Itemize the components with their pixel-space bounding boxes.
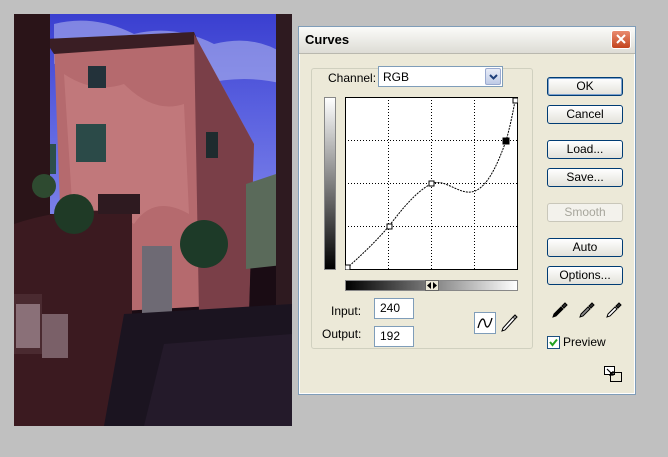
- curve-point-selected: [502, 137, 510, 145]
- chevron-down-icon: [489, 74, 498, 80]
- dialog-title: Curves: [305, 32, 350, 47]
- checkmark-icon: [549, 338, 558, 347]
- channel-value: RGB: [383, 70, 410, 84]
- channel-label: Channel:: [328, 71, 377, 85]
- black-point-eyedropper-icon[interactable]: [551, 301, 569, 319]
- gradient-direction-toggle[interactable]: [425, 280, 439, 291]
- pencil-icon: [501, 314, 518, 332]
- curve-point-2: [428, 180, 435, 187]
- curve-point-black: [345, 264, 351, 270]
- preview-checkbox[interactable]: [547, 336, 560, 349]
- cancel-button[interactable]: Cancel: [547, 105, 623, 124]
- preview-label: Preview: [563, 335, 606, 349]
- pencil-tool-button[interactable]: [498, 312, 520, 334]
- curve-graph[interactable]: [345, 97, 518, 270]
- curve-icon: [477, 317, 493, 329]
- swap-arrows-icon: [427, 282, 437, 289]
- output-label: Output:: [322, 327, 362, 341]
- background-photo: [14, 14, 292, 426]
- dropdown-arrow-button[interactable]: [485, 68, 501, 85]
- curve-point-white: [512, 97, 518, 104]
- smooth-button[interactable]: Smooth: [547, 203, 623, 222]
- gray-point-eyedropper-icon[interactable]: [578, 301, 596, 319]
- save-button[interactable]: Save...: [547, 168, 623, 187]
- curve-tool-button[interactable]: [474, 312, 496, 334]
- output-gradient-bar: [324, 97, 336, 270]
- input-field[interactable]: 240: [374, 298, 414, 319]
- curve-point-1: [386, 223, 393, 230]
- close-icon: [616, 34, 626, 44]
- ok-button[interactable]: OK: [547, 77, 623, 96]
- white-point-eyedropper-icon[interactable]: [605, 301, 623, 319]
- channel-dropdown[interactable]: RGB: [378, 66, 503, 87]
- output-field[interactable]: 192: [374, 326, 414, 347]
- options-button[interactable]: Options...: [547, 266, 623, 285]
- load-button[interactable]: Load...: [547, 140, 623, 159]
- dialog-title-bar[interactable]: Curves: [299, 27, 635, 54]
- input-label: Input:: [331, 304, 362, 318]
- close-button[interactable]: [611, 30, 631, 49]
- expand-icon[interactable]: [604, 366, 622, 382]
- curves-dialog: Curves Channel: RGB Input: 240 Output: 1…: [298, 26, 636, 395]
- auto-button[interactable]: Auto: [547, 238, 623, 257]
